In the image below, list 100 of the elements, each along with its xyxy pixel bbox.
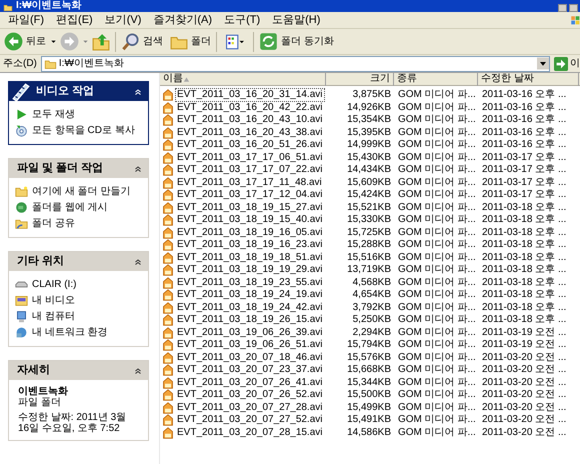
menu-item[interactable]: 파일(F) [4, 12, 48, 28]
file-size: 15,491KB [347, 414, 391, 426]
column-header[interactable]: 종류 [394, 73, 478, 86]
folders-button[interactable]: 폴더 [170, 32, 211, 50]
file-date: 2011-03-18 오후 ... [482, 314, 566, 326]
file-size: 15,516KB [347, 252, 391, 264]
file-size: 15,668KB [347, 364, 391, 376]
file-name[interactable]: EVT_2011_03_18_19_19_29.avi [175, 263, 324, 278]
file-name[interactable]: EVT_2011_03_16_20_43_38.avi [175, 126, 324, 140]
column-header[interactable]: 크기 [326, 73, 394, 86]
file-name[interactable]: EVT_2011_03_20_07_28_15.avi [175, 426, 324, 440]
file-name[interactable]: EVT_2011_03_17_17_06_51.avi [175, 150, 324, 165]
file-name[interactable]: EVT_2011_03_16_20_42_22.avi [175, 100, 324, 115]
menu-item[interactable]: 도구(T) [220, 12, 264, 28]
panel-header[interactable]: 파일 및 폴더 작업 [9, 159, 148, 178]
file-name[interactable]: EVT_2011_03_17_17_12_04.avi [175, 188, 324, 202]
file-name[interactable]: EVT_2011_03_18_19_16_05.avi [175, 226, 324, 240]
file-size: 15,424KB [347, 189, 391, 202]
file-type: GOM 미디어 파... [398, 414, 476, 426]
file-name[interactable]: EVT_2011_03_19_06_26_51.avi [175, 338, 324, 352]
minimize-button[interactable] [558, 4, 567, 12]
file-date: 2011-03-17 오후 ... [482, 176, 566, 188]
file-name[interactable]: EVT_2011_03_20_07_27_52.avi [175, 413, 324, 428]
folder-type: 파일 폴더 [18, 397, 62, 408]
file-type: GOM 미디어 파... [398, 364, 476, 376]
file-size: 3,792KB [352, 302, 391, 314]
file-name[interactable]: EVT_2011_03_17_17_11_48.avi [175, 176, 324, 190]
file-name[interactable]: EVT_2011_03_20_07_26_52.avi [175, 388, 324, 402]
file-name[interactable]: EVT_2011_03_18_19_24_42.avi [175, 300, 324, 315]
maximize-button[interactable] [569, 4, 578, 12]
task-link[interactable]: 폴더 공유 [15, 216, 146, 231]
file-name[interactable]: EVT_2011_03_20_07_27_28.avi [175, 400, 324, 415]
menu-item[interactable]: 즐겨찾기(A) [149, 12, 216, 28]
task-link[interactable]: 폴더를 웹에 게시 [15, 200, 146, 215]
caret-icon[interactable] [50, 38, 57, 45]
file-name[interactable]: EVT_2011_03_19_06_26_39.avi [175, 326, 324, 340]
back-button[interactable]: 뒤로 [3, 32, 47, 51]
file-date: 2011-03-19 오전 ... [482, 326, 566, 338]
file-size: 15,521KB [347, 202, 391, 214]
file-date: 2011-03-18 오후 ... [482, 252, 566, 263]
file-size: 15,794KB [347, 339, 391, 352]
sort-arrow-icon [183, 76, 190, 82]
collapse-chevron-icon [134, 366, 142, 374]
sync-icon [259, 32, 278, 51]
task-link[interactable]: 모든 항목을 CD로 복사 [15, 123, 146, 138]
file-name[interactable]: EVT_2011_03_18_19_16_23.avi [175, 238, 324, 252]
file-name[interactable]: EVT_2011_03_16_20_51_26.avi [175, 138, 324, 152]
file-date: 2011-03-18 오후 ... [482, 202, 566, 213]
file-date: 2011-03-20 오전 ... [482, 389, 566, 400]
file-name[interactable]: EVT_2011_03_18_19_26_15.avi [175, 313, 324, 328]
task-link[interactable]: 내 컴퓨터 [15, 309, 146, 324]
collapse-chevron-icon [134, 164, 142, 172]
column-header[interactable]: 이름 [160, 73, 326, 86]
panel-header[interactable]: 비디오 작업 [9, 82, 148, 101]
task-link[interactable]: CLAIR (I:) [15, 277, 146, 292]
go-button[interactable]: 이 [554, 56, 580, 71]
file-type: GOM 미디어 파... [398, 264, 476, 276]
file-name[interactable]: EVT_2011_03_18_19_15_40.avi [175, 213, 324, 228]
file-name[interactable]: EVT_2011_03_18_19_23_55.avi [175, 276, 324, 290]
file-size: 15,330KB [347, 214, 391, 226]
window-title: I:₩이벤트녹화 [16, 0, 82, 12]
search-icon [121, 32, 140, 51]
task-link[interactable]: 여기에 새 폴더 만들기 [15, 184, 146, 199]
task-link[interactable]: 내 네트워크 환경 [15, 325, 146, 340]
file-name[interactable]: EVT_2011_03_18_19_18_51.avi [175, 250, 324, 265]
address-field[interactable]: I:₩이벤트녹화 [40, 56, 550, 72]
file-date: 2011-03-20 오전 ... [482, 402, 566, 413]
file-type: GOM 미디어 파... [398, 352, 476, 363]
file-date: 2011-03-19 오전 ... [482, 339, 566, 350]
file-name[interactable]: EVT_2011_03_20_07_23_37.avi [175, 363, 324, 378]
file-date: 2011-03-18 오후 ... [482, 214, 566, 226]
panel-header[interactable]: 기타 위치 [9, 252, 148, 271]
file-size: 15,288KB [347, 239, 391, 252]
file-date: 2011-03-17 오후 ... [482, 164, 566, 176]
file-date: 2011-03-18 오후 ... [482, 276, 566, 288]
file-type: GOM 미디어 파... [398, 239, 476, 250]
file-name[interactable]: EVT_2011_03_18_19_24_19.avi [175, 288, 324, 302]
file-size: 15,499KB [347, 402, 391, 414]
search-button[interactable]: 검색 [121, 32, 163, 51]
file-name[interactable]: EVT_2011_03_20_07_18_46.avi [175, 350, 324, 365]
task-link[interactable]: 내 비디오 [15, 293, 146, 308]
sync-button[interactable]: 폴더 동기화 [259, 32, 334, 51]
task-link[interactable]: 모두 재생 [15, 107, 146, 122]
file-name[interactable]: EVT_2011_03_20_07_26_41.avi [175, 376, 324, 390]
modified-date: 수정한 날짜: 2011년 3월 16일 수요일, 오후 7:52 [18, 412, 128, 434]
panel-header[interactable]: 자세히 [9, 361, 148, 380]
share-icon [15, 217, 28, 230]
menu-item[interactable]: 편집(E) [52, 12, 97, 28]
file-name[interactable]: EVT_2011_03_17_17_07_22.avi [175, 163, 324, 178]
column-header[interactable]: 수정한 날짜 [478, 73, 579, 86]
file-name[interactable]: EVT_2011_03_16_20_43_10.avi [175, 113, 324, 128]
file-type: GOM 미디어 파... [398, 126, 476, 138]
menu-item[interactable]: 도움말(H) [268, 12, 324, 28]
up-folder-icon[interactable] [92, 32, 110, 50]
menu-item[interactable]: 보기(V) [100, 12, 146, 28]
file-type: GOM 미디어 파... [398, 289, 476, 300]
file-name[interactable]: EVT_2011_03_16_20_31_14.avi [175, 88, 324, 102]
file-name[interactable]: EVT_2011_03_18_19_15_27.avi [175, 200, 324, 215]
file-date: 2011-03-16 오후 ... [482, 89, 566, 100]
file-type: GOM 미디어 파... [398, 326, 476, 338]
